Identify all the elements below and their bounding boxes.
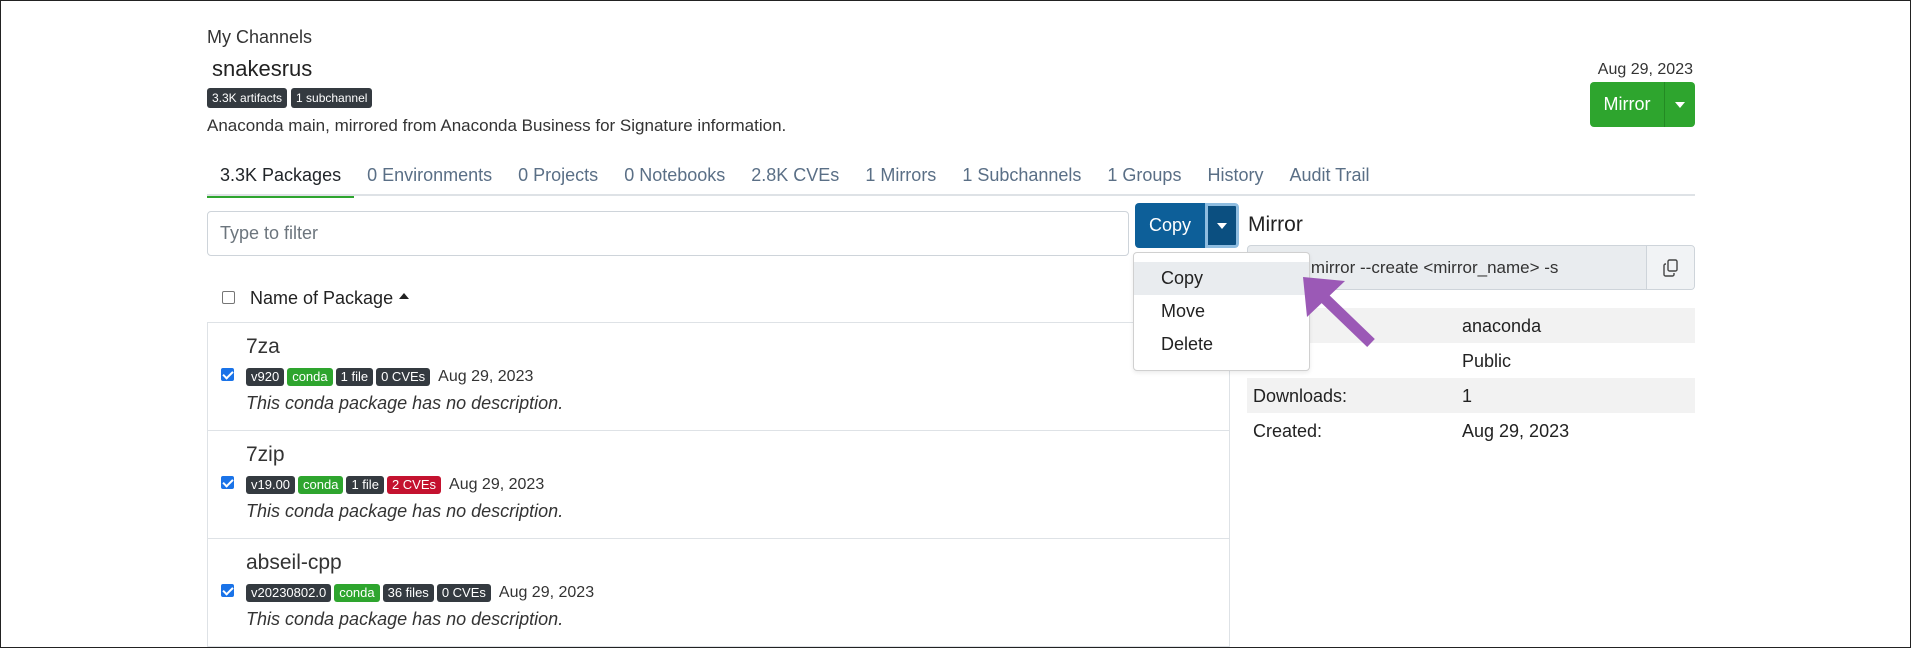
meta-value: Public [1462,351,1512,371]
package-name-link[interactable]: 7zip [246,443,285,467]
tab-groups[interactable]: 1 Groups [1094,161,1194,196]
files-badge: 1 file [346,476,384,494]
channel-badges: 3.3K artifacts 1 subchannel [207,88,373,108]
action-dropdown-menu: Copy Move Delete [1133,252,1310,371]
channel-description: Anaconda main, mirrored from Anaconda Bu… [207,116,787,135]
package-badges: v19.00 conda 1 file 2 CVEs Aug 29, 2023 [246,476,544,494]
meta-row-created: Created: Aug 29, 2023 [1247,413,1695,448]
tab-cves[interactable]: 2.8K CVEs [738,161,852,196]
mirror-dropdown-toggle[interactable] [1665,82,1695,127]
app-frame: My Channels snakesrus 3.3K artifacts 1 s… [0,0,1911,648]
package-date: Aug 29, 2023 [438,368,534,385]
files-badge: 36 files [382,584,434,602]
menu-item-copy[interactable]: Copy [1134,262,1309,295]
channel-date: Aug 29, 2023 [1597,61,1693,78]
meta-key: Downloads: [1253,386,1348,406]
select-all-checkbox[interactable] [222,291,235,304]
type-badge: conda [287,368,333,386]
package-name-link[interactable]: abseil-cpp [246,551,342,575]
cves-badge: 0 CVEs [376,368,431,386]
package-checkbox[interactable] [221,476,234,489]
version-badge: v19.00 [246,476,296,494]
meta-value: 1 [1462,386,1473,406]
package-checkbox[interactable] [221,368,234,381]
breadcrumb[interactable]: My Channels [207,27,312,48]
tab-notebooks[interactable]: 0 Notebooks [611,161,738,196]
filter-input[interactable] [207,211,1129,256]
package-checkbox[interactable] [221,584,234,597]
meta-value: Aug 29, 2023 [1462,421,1570,441]
subchannel-badge: 1 subchannel [291,88,373,108]
mirror-split-button: Mirror [1590,82,1695,127]
channel-tabs: 3.3K Packages 0 Environments 0 Projects … [207,161,1695,198]
mirror-button[interactable]: Mirror [1590,82,1665,127]
tab-history[interactable]: History [1194,161,1276,196]
mirror-panel-title: Mirror [1248,213,1303,236]
copy-dropdown-toggle[interactable] [1205,203,1239,248]
tab-packages[interactable]: 3.3K Packages [207,161,355,198]
package-date: Aug 29, 2023 [449,476,545,493]
meta-row-downloads: Downloads: 1 [1247,378,1695,413]
package-list-header: Name of Package [207,285,1230,323]
package-row: 7zip v19.00 conda 1 file 2 CVEs Aug 29, … [207,431,1230,539]
package-description: This conda package has no description. [246,501,564,521]
package-description: This conda package has no description. [246,393,564,413]
chevron-down-icon [1217,222,1227,229]
tab-mirrors[interactable]: 1 Mirrors [852,161,949,196]
package-badges: v20230802.0 conda 36 files 0 CVEs Aug 29… [246,584,594,602]
package-row: abseil-cpp v20230802.0 conda 36 files 0 … [207,539,1230,647]
version-badge: v920 [246,368,285,386]
tab-projects[interactable]: 0 Projects [505,161,611,196]
copy-button[interactable]: Copy [1135,203,1205,248]
tab-subchannels[interactable]: 1 Subchannels [949,161,1094,196]
tab-audit-trail[interactable]: Audit Trail [1276,161,1382,196]
column-header-label: Name of Package [250,288,394,308]
cves-badge: 0 CVEs [436,584,491,602]
copy-command-button[interactable] [1646,246,1694,289]
type-badge: conda [298,476,344,494]
files-badge: 1 file [335,368,374,386]
artifacts-badge: 3.3K artifacts [207,88,288,108]
type-badge: conda [334,584,380,602]
menu-item-delete[interactable]: Delete [1134,328,1309,361]
menu-item-move[interactable]: Move [1134,295,1309,328]
clipboard-copy-icon [1662,258,1678,277]
annotation-arrow-icon [1303,277,1375,347]
meta-key: Created: [1253,421,1323,441]
package-description: This conda package has no description. [246,609,564,629]
package-name-link[interactable]: 7za [246,335,280,359]
cves-badge: 2 CVEs [386,476,442,494]
channel-title: snakesrus [212,56,313,81]
meta-value: anaconda [1462,316,1542,336]
package-date: Aug 29, 2023 [498,584,595,601]
chevron-down-icon [1675,101,1685,108]
version-badge: v20230802.0 [246,584,332,602]
package-badges: v920 conda 1 file 0 CVEs Aug 29, 2023 [246,368,533,386]
copy-split-button: Copy [1135,203,1239,248]
sort-by-name-header[interactable]: Name of Package [250,288,410,309]
package-row: 7za v920 conda 1 file 0 CVEs Aug 29, 202… [207,323,1230,431]
sort-ascending-icon [399,293,410,299]
tab-environments[interactable]: 0 Environments [354,161,505,196]
